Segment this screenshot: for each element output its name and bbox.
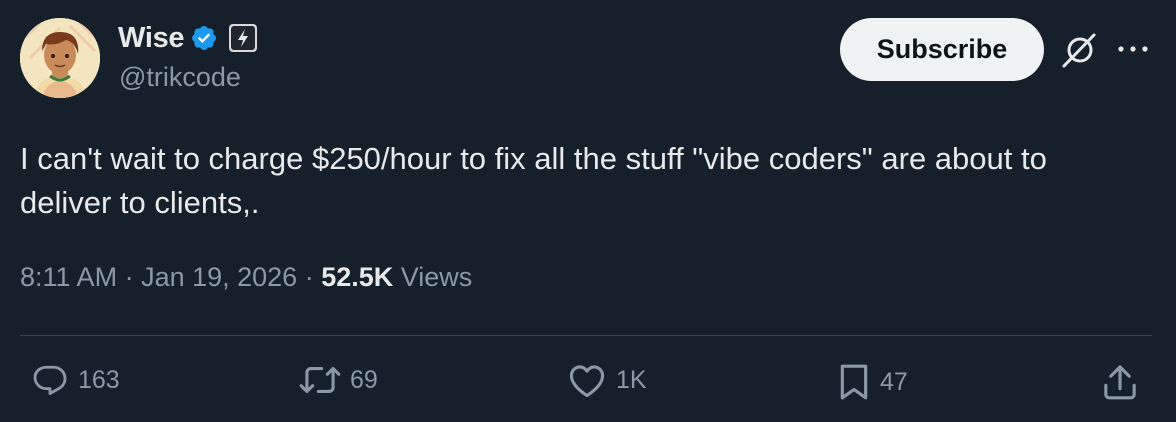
views-count: 52.5K [321, 262, 394, 292]
subscribe-button[interactable]: Subscribe [840, 18, 1044, 81]
avatar-illustration [20, 18, 100, 98]
bookmark-icon [840, 364, 868, 400]
tweet-meta: 8:11 AM · Jan 19, 2026 · 52.5K Views [20, 262, 472, 293]
repost-button[interactable]: 69 [298, 362, 378, 398]
like-count: 1K [616, 365, 647, 394]
verified-badge-icon[interactable] [190, 24, 218, 52]
reply-button[interactable]: 163 [30, 362, 120, 398]
bookmark-count: 47 [880, 367, 908, 396]
tweet-text: I can't wait to charge $250/hour to fix … [20, 141, 1047, 220]
views-label: Views [393, 262, 473, 292]
more-dots-icon[interactable] [1112, 36, 1154, 62]
like-button[interactable]: 1K [566, 362, 647, 398]
reply-icon [33, 365, 67, 395]
author-handle[interactable]: @trikcode [119, 62, 241, 93]
meta-separator: · [297, 262, 322, 292]
share-button[interactable] [1101, 362, 1139, 402]
lightning-icon[interactable] [228, 23, 258, 53]
share-icon [1104, 365, 1136, 400]
grok-icon[interactable] [1060, 30, 1100, 70]
author-name[interactable]: Wise [118, 22, 185, 55]
meta-separator: · [117, 262, 142, 292]
heart-icon [569, 365, 605, 398]
repost-count: 69 [350, 365, 378, 394]
divider [20, 335, 1152, 336]
avatar[interactable] [20, 18, 100, 98]
tweet-time[interactable]: 8:11 AM [20, 262, 117, 293]
bookmark-button[interactable]: 47 [836, 362, 908, 402]
reply-count: 163 [78, 365, 120, 394]
tweet-date[interactable]: Jan 19, 2026 [141, 262, 297, 293]
author-name-row: Wise [118, 20, 258, 56]
repost-icon [299, 366, 341, 394]
